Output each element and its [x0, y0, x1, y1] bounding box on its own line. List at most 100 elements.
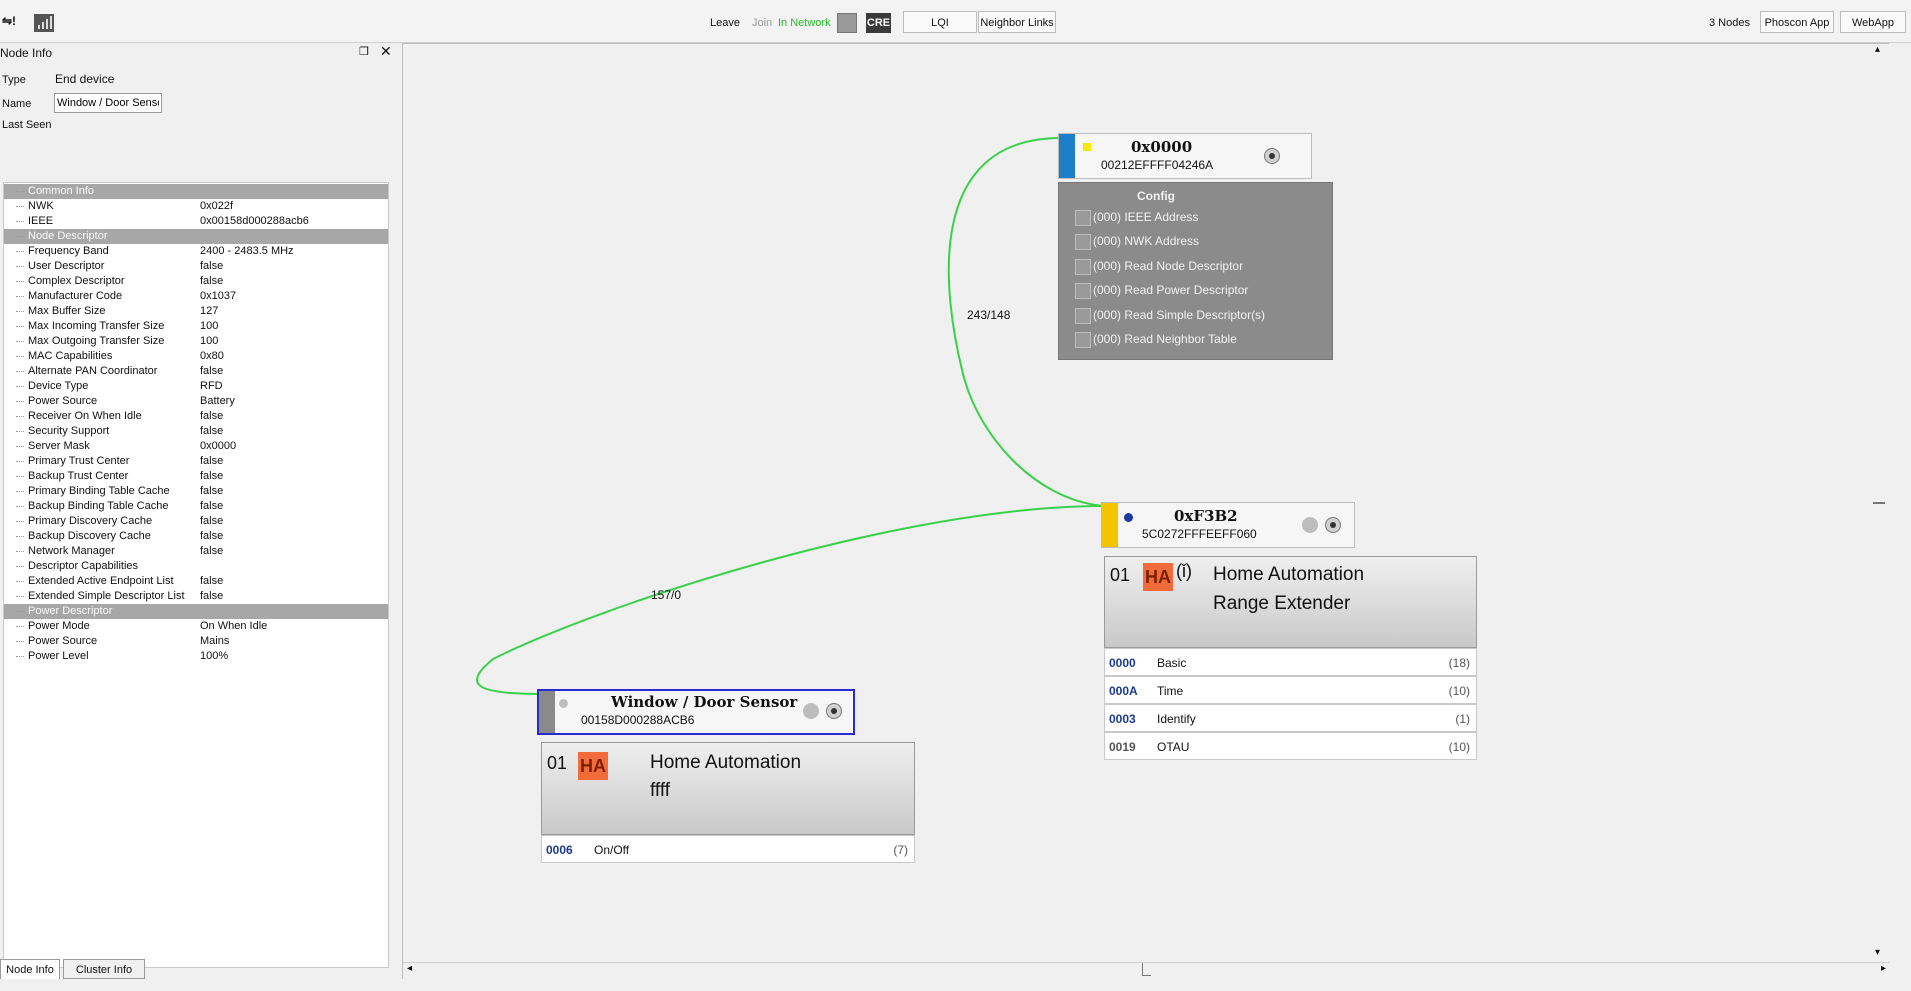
horizontal-scrollbar[interactable]: ◂ ▸	[403, 962, 1889, 977]
tree-row[interactable]: Network Manager false	[4, 544, 388, 559]
close-icon[interactable]: ✕	[380, 43, 392, 60]
tree-row[interactable]: Extended Active Endpoint List false	[4, 574, 388, 589]
config-item[interactable]: (000) Read Node Descriptor	[1075, 256, 1243, 276]
node-info-panel: Node Info ❐ ✕ Type End device Name Last …	[0, 43, 400, 983]
cluster-row[interactable]: 0019 OTAU (10)	[1104, 732, 1477, 760]
tree-row[interactable]: Manufacturer Code 0x1037	[4, 289, 388, 304]
tree-value: 0x00158d000288acb6	[200, 215, 309, 227]
tree-section-header[interactable]: Power Descriptor	[4, 604, 388, 619]
tree-row[interactable]: Backup Trust Center false	[4, 469, 388, 484]
checkbox-icon[interactable]	[1075, 307, 1091, 324]
node-address: 00212EFFFF04246A	[1101, 158, 1214, 172]
tree-branch-icon	[16, 521, 24, 522]
tree-row[interactable]: Primary Binding Table Cache false	[4, 484, 388, 499]
join-button[interactable]: Join	[752, 17, 772, 29]
node-toggle-icon[interactable]	[1264, 148, 1280, 164]
tree-row[interactable]: Complex Descriptor false	[4, 274, 388, 289]
tab-node-info[interactable]: Node Info	[0, 959, 60, 979]
network-canvas[interactable]: 243/148 157/0 0x0000 00212EFFFF04246A Co…	[402, 43, 1889, 979]
node-identify-icon[interactable]	[803, 703, 819, 719]
tree-row[interactable]: Primary Discovery Cache false	[4, 514, 388, 529]
scroll-thumb[interactable]	[1873, 502, 1885, 504]
float-panel-icon[interactable]: ❐	[359, 45, 369, 58]
tree-row[interactable]: NWK 0x022f	[4, 199, 388, 214]
tree-row[interactable]: Max Buffer Size 127	[4, 304, 388, 319]
type-label: Type	[2, 74, 26, 86]
tree-value: 100%	[200, 650, 229, 662]
sensor-node[interactable]: Window / Door Sensor 00158D000288ACB6	[537, 689, 855, 735]
tree-key: Max Outgoing Transfer Size	[28, 335, 165, 347]
tree-value: false	[200, 545, 224, 557]
tree-row[interactable]: Backup Binding Table Cache false	[4, 499, 388, 514]
config-item[interactable]: (000) NWK Address	[1075, 231, 1199, 251]
tree-row[interactable]: Max Outgoing Transfer Size 100	[4, 334, 388, 349]
tree-row[interactable]: Server Mask 0x0000	[4, 439, 388, 454]
tree-row[interactable]: MAC Capabilities 0x80	[4, 349, 388, 364]
coordinator-node[interactable]: 0x0000 00212EFFFF04246A	[1058, 133, 1312, 179]
network-settings-icon[interactable]	[837, 13, 857, 33]
node-info-tree[interactable]: Common Info NWK 0x022f IEEE 0x00158d000288ac…	[3, 182, 389, 968]
tree-branch-icon	[16, 281, 24, 282]
tree-row[interactable]: Backup Discovery Cache false	[4, 529, 388, 544]
tree-row[interactable]: Primary Trust Center false	[4, 454, 388, 469]
checkbox-icon[interactable]	[1075, 233, 1091, 250]
tree-row[interactable]: Device Type RFD	[4, 379, 388, 394]
connect-icon[interactable]: ⇋!	[2, 14, 16, 28]
tree-branch-icon	[16, 371, 24, 372]
name-field[interactable]	[54, 93, 162, 113]
scroll-up-icon[interactable]: ▴	[1875, 44, 1880, 55]
tree-section-header[interactable]: Node Descriptor	[4, 229, 388, 244]
checkbox-icon[interactable]	[1075, 331, 1091, 348]
checkbox-icon[interactable]	[1075, 258, 1091, 275]
sensor-endpoint[interactable]: 01 HA Home Automation ffff	[541, 742, 915, 835]
scroll-thumb[interactable]	[1142, 963, 1151, 976]
checkbox-icon[interactable]	[1075, 282, 1091, 299]
tree-row[interactable]: Frequency Band 2400 - 2483.5 MHz	[4, 244, 388, 259]
tree-row[interactable]: User Descriptor false	[4, 259, 388, 274]
config-item[interactable]: (000) Read Power Descriptor	[1075, 280, 1248, 300]
webapp-button[interactable]: WebApp	[1840, 11, 1906, 33]
tree-row[interactable]: Security Support false	[4, 424, 388, 439]
cluster-row[interactable]: 000A Time (10)	[1104, 676, 1477, 704]
scroll-down-icon[interactable]: ▾	[1875, 947, 1880, 958]
tree-section-header[interactable]: Common Info	[4, 184, 388, 199]
tree-branch-icon	[16, 311, 24, 312]
config-panel: Config (000) IEEE Address (000) NWK Addr…	[1058, 182, 1333, 360]
tree-key: Receiver On When Idle	[28, 410, 142, 422]
cre-button[interactable]: CRE	[866, 13, 891, 33]
panel-title: Node Info	[0, 46, 53, 60]
config-item[interactable]: (000) IEEE Address	[1075, 207, 1198, 227]
tree-row[interactable]: Power Source Mains	[4, 634, 388, 649]
vertical-scrollbar[interactable]: ▴ ▾	[1873, 44, 1887, 962]
neighbor-links-button[interactable]: Neighbor Links	[978, 11, 1056, 33]
wireless-tower-icon: (ǐ)	[1176, 561, 1192, 581]
tree-row[interactable]: Max Incoming Transfer Size 100	[4, 319, 388, 334]
tree-row[interactable]: Power Source Battery	[4, 394, 388, 409]
signal-bars-icon[interactable]	[34, 14, 54, 32]
config-item[interactable]: (000) Read Simple Descriptor(s)	[1075, 305, 1265, 325]
cluster-row[interactable]: 0006 On/Off (7)	[541, 835, 915, 863]
scroll-right-icon[interactable]: ▸	[1881, 963, 1886, 974]
tree-row[interactable]: Power Mode On When Idle	[4, 619, 388, 634]
tab-cluster-info[interactable]: Cluster Info	[63, 959, 145, 979]
tree-row[interactable]: Receiver On When Idle false	[4, 409, 388, 424]
checkbox-icon[interactable]	[1075, 209, 1091, 226]
tree-row[interactable]: Power Level 100%	[4, 649, 388, 664]
lqi-button[interactable]: LQI	[903, 11, 977, 33]
router-node[interactable]: 0xF3B2 5C0272FFFEEFF060	[1101, 502, 1355, 548]
node-identify-icon[interactable]	[1302, 517, 1318, 533]
scroll-left-icon[interactable]: ◂	[407, 963, 412, 974]
phoscon-app-button[interactable]: Phoscon App	[1760, 11, 1834, 33]
node-toggle-icon[interactable]	[1325, 517, 1341, 533]
cluster-row[interactable]: 0003 Identify (1)	[1104, 704, 1477, 732]
node-toggle-icon[interactable]	[826, 703, 842, 719]
tree-row[interactable]: Descriptor Capabilities	[4, 559, 388, 574]
nodes-count: 3 Nodes	[1709, 17, 1750, 29]
tree-row[interactable]: Alternate PAN Coordinator false	[4, 364, 388, 379]
router-endpoint[interactable]: 01 HA (ǐ) Home Automation Range Extender	[1104, 556, 1477, 648]
config-item[interactable]: (000) Read Neighbor Table	[1075, 329, 1237, 349]
cluster-row[interactable]: 0000 Basic (18)	[1104, 648, 1477, 676]
tree-row[interactable]: Extended Simple Descriptor List false	[4, 589, 388, 604]
tree-row[interactable]: IEEE 0x00158d000288acb6	[4, 214, 388, 229]
leave-button[interactable]: Leave	[710, 17, 740, 29]
